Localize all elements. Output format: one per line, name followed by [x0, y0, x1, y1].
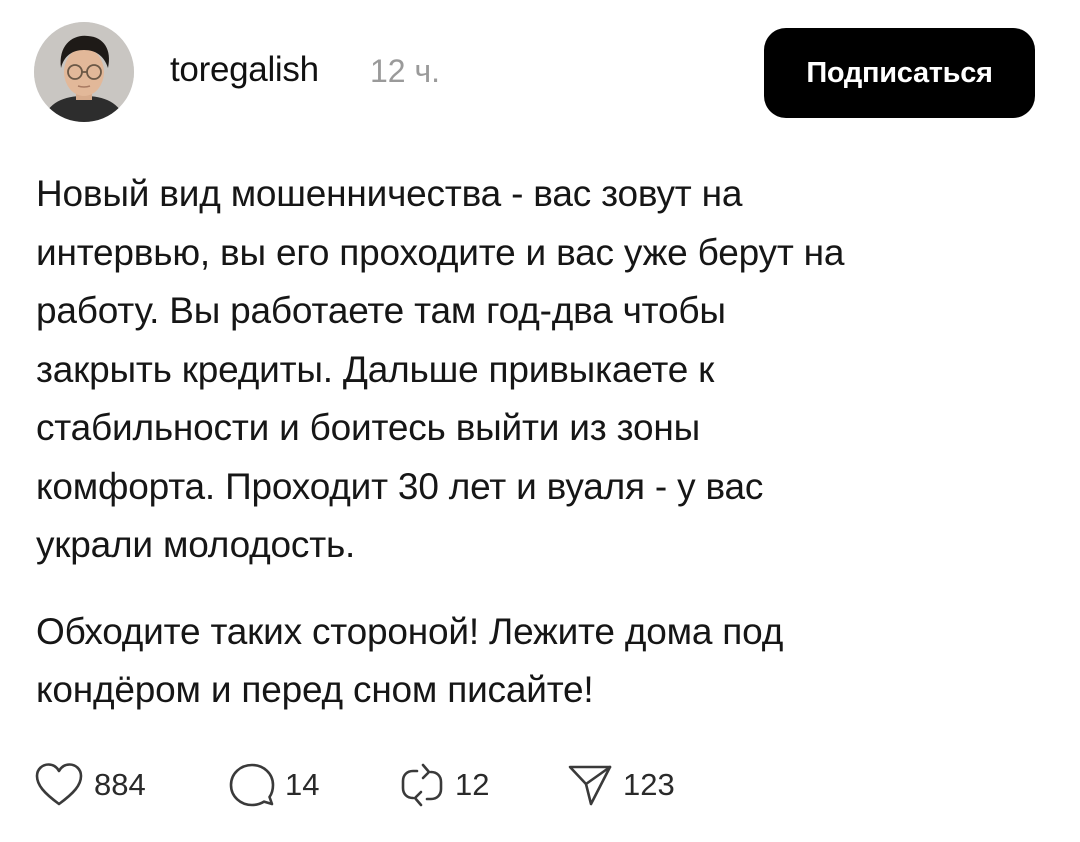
- follow-button[interactable]: Подписаться: [764, 28, 1035, 118]
- post-text: Новый вид мошенничества - вас зовут на и…: [36, 165, 1036, 720]
- post-timestamp: 12 ч.: [370, 53, 441, 89]
- post-text-line: закрыть кредиты. Дальше привыкаете к: [36, 348, 715, 390]
- comment-button[interactable]: 14: [229, 762, 399, 808]
- post-text-line: работу. Вы работаете там год-два чтобы: [36, 290, 726, 331]
- post-card: toregalish 12 ч. Подписаться Новый вид м…: [0, 0, 1080, 842]
- paper-plane-icon: [568, 765, 612, 806]
- post-text-line: Обходите таких стороной! Лежите дома под: [36, 610, 784, 652]
- post-text-line: Новый вид мошенничества - вас зовут на: [36, 173, 743, 214]
- speech-bubble-icon: [229, 763, 275, 807]
- post-text-line: комфорта. Проходит 30 лет и вуаля - у ва…: [36, 465, 764, 507]
- heart-icon: [35, 763, 83, 806]
- share-count: 123: [623, 767, 675, 802]
- like-button[interactable]: 884: [34, 762, 229, 808]
- avatar[interactable]: [34, 22, 134, 122]
- post-actions-bar: 884 14 12 123: [34, 757, 717, 813]
- repost-arrows-icon: [401, 763, 443, 807]
- post-text-line: интервью, вы его проходите и вас уже бер…: [36, 231, 845, 273]
- avatar-image: [34, 22, 134, 122]
- post-text-line: стабильности и боитесь выйти из зоны: [36, 407, 700, 448]
- repost-count: 12: [455, 767, 490, 802]
- repost-button[interactable]: 12: [399, 762, 567, 808]
- share-button[interactable]: 123: [567, 762, 717, 808]
- like-count: 884: [94, 767, 146, 802]
- author-username[interactable]: toregalish: [170, 50, 319, 90]
- post-text-line: кондёром и перед сном писайте!: [36, 669, 594, 710]
- post-text-line: украли молодость.: [36, 524, 356, 565]
- comment-count: 14: [285, 767, 320, 802]
